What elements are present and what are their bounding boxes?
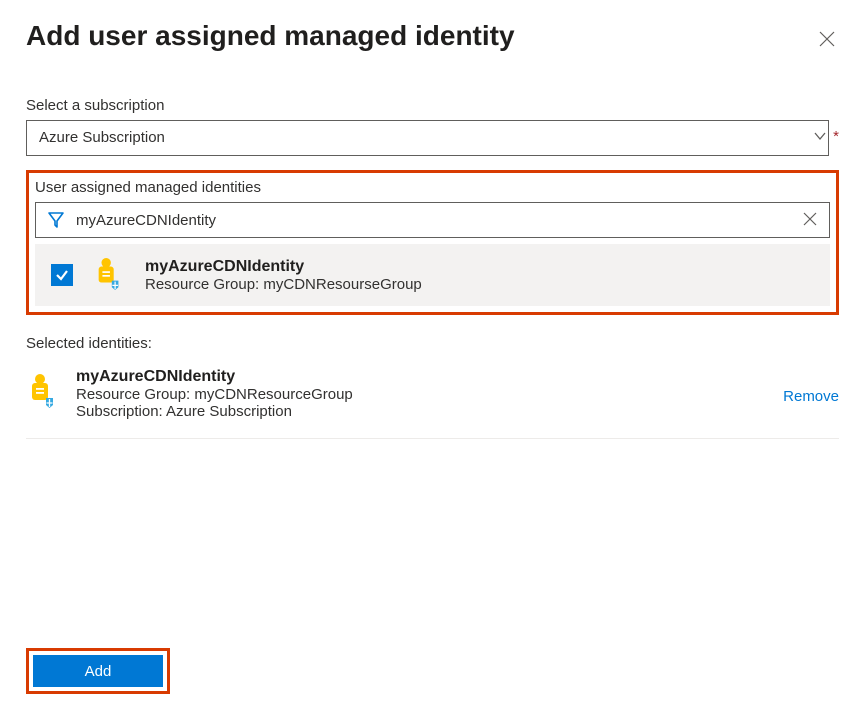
identity-item-name: myAzureCDNIdentity (145, 258, 422, 276)
identity-filter-input[interactable] (76, 203, 791, 237)
subscription-dropdown[interactable]: Azure Subscription (26, 120, 829, 156)
selected-identity-resource-group: Resource Group: myCDNResourceGroup (76, 386, 767, 403)
required-indicator: * (833, 128, 839, 145)
identities-highlight-box: User assigned managed identities myAzure… (26, 170, 839, 315)
subscription-label: Select a subscription (26, 97, 839, 114)
add-button-highlight: Add (26, 648, 170, 694)
identity-item-resource-group: Resource Group: myCDNResourseGroup (145, 276, 422, 293)
identity-checkbox[interactable] (51, 264, 73, 286)
checkmark-icon (55, 268, 69, 282)
selected-identity-subscription: Subscription: Azure Subscription (76, 403, 767, 420)
selected-identities-label: Selected identities: (26, 335, 839, 352)
managed-identity-icon (26, 372, 60, 412)
add-button[interactable]: Add (33, 655, 163, 687)
remove-identity-link[interactable]: Remove (783, 388, 839, 405)
close-icon (819, 31, 835, 47)
selected-identity-name: myAzureCDNIdentity (76, 368, 767, 386)
close-button[interactable] (815, 26, 839, 57)
identity-filter-wrapper (35, 202, 830, 238)
clear-icon (803, 212, 817, 226)
page-title: Add user assigned managed identity (26, 20, 515, 52)
filter-icon (36, 210, 76, 230)
managed-identity-icon (93, 256, 125, 294)
identity-list-item[interactable]: myAzureCDNIdentity Resource Group: myCDN… (35, 244, 830, 306)
selected-identity-item: myAzureCDNIdentity Resource Group: myCDN… (26, 368, 839, 439)
identities-section-label: User assigned managed identities (35, 179, 830, 196)
clear-filter-button[interactable] (791, 210, 829, 231)
